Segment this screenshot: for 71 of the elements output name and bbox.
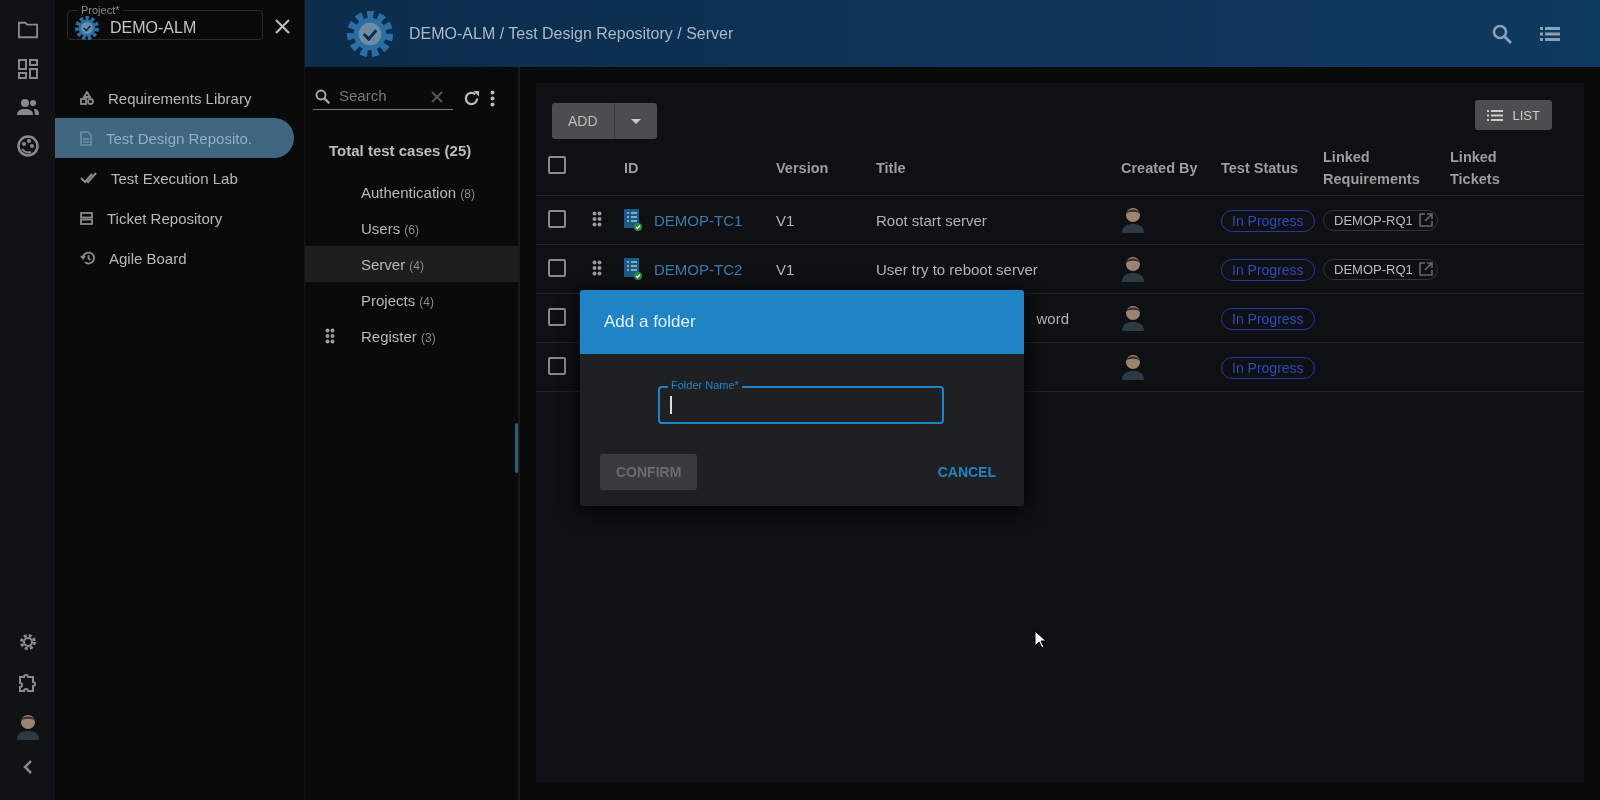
checkbox[interactable] bbox=[548, 258, 566, 277]
table-cell: User try to reboot server bbox=[876, 260, 1038, 278]
project-field[interactable]: Project* DEMO-ALM bbox=[67, 4, 263, 40]
table-cell: word bbox=[1036, 309, 1069, 327]
close-icon[interactable] bbox=[275, 18, 290, 34]
logo-icon bbox=[345, 8, 395, 59]
double-check-icon[interactable] bbox=[80, 172, 97, 184]
table-cell: V1 bbox=[776, 211, 795, 229]
nav-item[interactable]: Requirements Library bbox=[55, 78, 294, 118]
puzzle-icon[interactable] bbox=[17, 672, 38, 692]
gear-icon bbox=[74, 14, 100, 41]
total-count: Total test cases (25) bbox=[328, 141, 473, 161]
column-header[interactable]: Linked Requirements bbox=[1323, 146, 1423, 190]
rows-icon[interactable] bbox=[80, 211, 93, 225]
add-button[interactable]: ADD bbox=[552, 103, 657, 139]
collapse-icon[interactable] bbox=[22, 760, 33, 774]
column-header[interactable]: Test Status bbox=[1221, 157, 1321, 179]
open-link-icon[interactable] bbox=[1418, 213, 1433, 227]
cancel-button[interactable]: CANCEL bbox=[937, 464, 996, 480]
breadcrumb: DEMO-ALM / Test Design Repository / Server bbox=[409, 24, 734, 43]
table-cell: V1 bbox=[776, 260, 795, 278]
field-label: Folder Name* bbox=[668, 379, 742, 392]
column-header[interactable]: Created By bbox=[1121, 157, 1221, 179]
search-icon[interactable] bbox=[1492, 23, 1512, 44]
dashboard-icon[interactable] bbox=[17, 59, 38, 79]
list-icon[interactable] bbox=[1540, 26, 1560, 41]
folder-item[interactable]: Server (4) bbox=[305, 246, 518, 282]
table-cell: Root start server bbox=[876, 211, 987, 229]
test-case-link[interactable]: DEMOP-TC2 bbox=[654, 260, 743, 278]
open-link-icon[interactable] bbox=[1418, 262, 1433, 276]
list-view-button[interactable]: LIST bbox=[1474, 100, 1552, 130]
nav-item[interactable]: Ticket Repository bbox=[55, 198, 294, 238]
refresh-icon[interactable] bbox=[463, 90, 480, 107]
checkbox[interactable] bbox=[548, 307, 566, 326]
caret-icon bbox=[630, 118, 641, 124]
settings-icon[interactable] bbox=[17, 632, 38, 652]
more-icon[interactable] bbox=[490, 90, 495, 107]
shapes-icon[interactable] bbox=[80, 91, 94, 105]
folder-item[interactable]: Authentication (8) bbox=[305, 174, 518, 210]
nav-item[interactable]: Test Execution Lab bbox=[55, 158, 294, 198]
test-case-icon bbox=[624, 258, 642, 280]
column-header[interactable]: ID bbox=[624, 157, 724, 179]
palette-icon[interactable] bbox=[16, 135, 39, 157]
column-header[interactable]: Linked Tickets bbox=[1450, 146, 1550, 190]
cursor-icon bbox=[1034, 630, 1046, 649]
people-icon[interactable] bbox=[16, 98, 39, 116]
user-avatar bbox=[15, 712, 40, 740]
drag-handle-icon[interactable] bbox=[592, 259, 602, 276]
dialog-title: Add a folder bbox=[580, 290, 1024, 354]
folder-item[interactable]: Register (3) bbox=[305, 318, 518, 354]
folder-item[interactable]: Users (6) bbox=[305, 210, 518, 246]
list-icon bbox=[1486, 109, 1503, 121]
search-icon bbox=[315, 89, 330, 104]
test-case-link[interactable]: DEMOP-TC1 bbox=[654, 211, 743, 229]
checkbox[interactable] bbox=[548, 156, 566, 174]
search-field[interactable]: Search bbox=[313, 87, 453, 110]
test-case-icon bbox=[624, 209, 642, 231]
drag-handle-icon[interactable] bbox=[325, 328, 335, 344]
checkbox[interactable] bbox=[548, 356, 566, 375]
folder-item[interactable]: Projects (4) bbox=[305, 282, 518, 318]
checkbox[interactable] bbox=[548, 209, 566, 228]
clear-icon[interactable] bbox=[431, 91, 443, 103]
column-header[interactable]: Version bbox=[776, 157, 876, 179]
history-icon[interactable] bbox=[80, 251, 95, 265]
folder-icon[interactable] bbox=[16, 20, 39, 40]
column-header[interactable]: Title bbox=[876, 157, 976, 179]
field-label: Project* bbox=[80, 4, 121, 16]
drag-handle-icon[interactable] bbox=[592, 210, 602, 227]
resize-handle[interactable] bbox=[515, 423, 518, 473]
field-value: DEMO-ALM bbox=[110, 18, 197, 37]
nav-item[interactable]: Agile Board bbox=[55, 238, 294, 278]
